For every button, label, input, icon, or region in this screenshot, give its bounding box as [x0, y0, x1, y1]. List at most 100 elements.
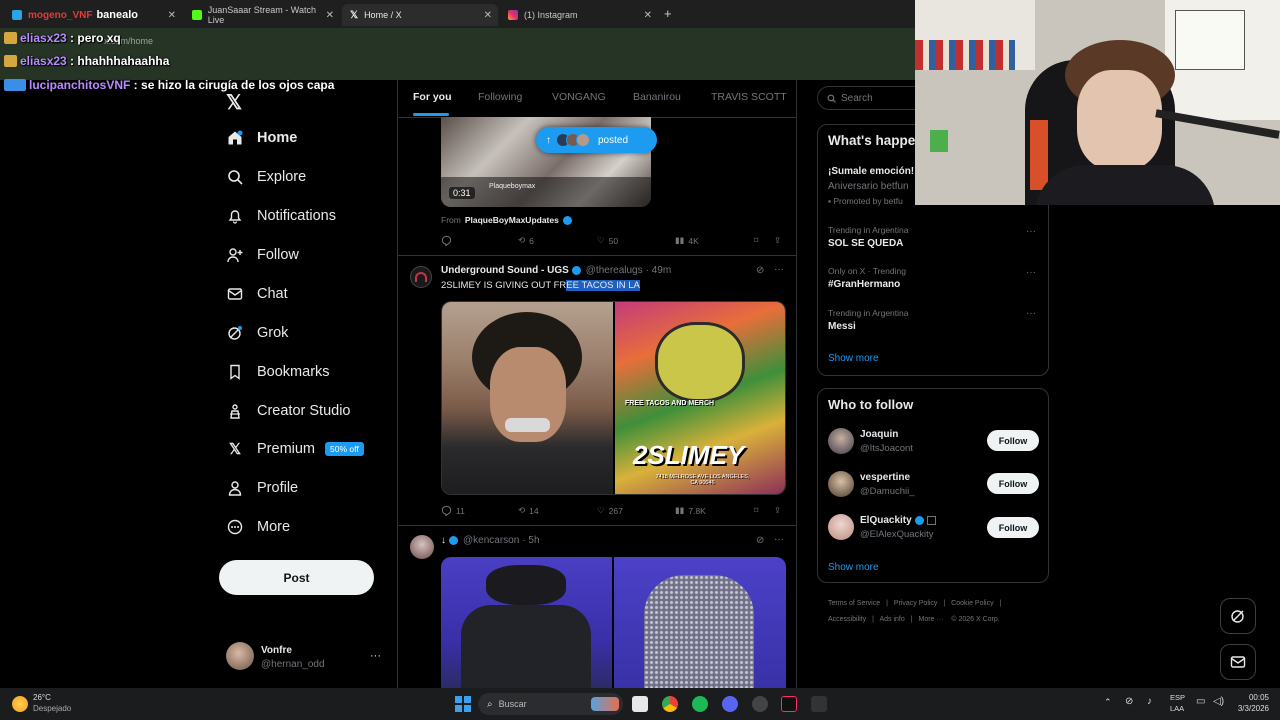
share-button[interactable]: ⇪ — [774, 505, 781, 516]
like-button[interactable]: ♡ 50 — [597, 235, 618, 246]
language-code[interactable]: ESP — [1170, 693, 1185, 702]
post-time[interactable]: · 5h — [522, 535, 539, 546]
account-avatar[interactable] — [226, 642, 254, 670]
source-user-link[interactable]: PlaqueBoyMaxUpdates — [465, 215, 559, 225]
nav-profile[interactable]: Profile — [227, 480, 298, 496]
trend-name[interactable]: SOL SE QUEDA — [828, 238, 903, 249]
nav-chat[interactable]: Chat — [227, 286, 288, 302]
grok-float-button[interactable] — [1220, 598, 1256, 634]
footer-link[interactable]: More ··· — [919, 616, 944, 623]
bookmark-button[interactable]: ⌑ — [754, 235, 758, 246]
account-name[interactable]: Vonfre — [261, 645, 292, 656]
tab-for-you[interactable]: For you — [413, 91, 452, 103]
clock-date[interactable]: 3/3/2026 — [1229, 704, 1269, 713]
grok-post-icon[interactable]: ⊘ — [756, 265, 764, 276]
photo-left[interactable] — [441, 557, 612, 688]
reply-button[interactable]: 11 — [441, 505, 465, 516]
volume-icon[interactable]: ◁) — [1213, 696, 1224, 707]
weather-temp[interactable]: 26°C — [33, 693, 51, 702]
discord-icon[interactable] — [722, 696, 738, 712]
new-tab-button[interactable]: + — [664, 6, 672, 21]
footer-link[interactable]: Ads info — [879, 616, 904, 623]
like-button[interactable]: ♡ 267 — [597, 505, 623, 516]
task-view-icon[interactable] — [632, 696, 648, 712]
messages-float-button[interactable] — [1220, 644, 1256, 680]
footer-link[interactable]: Cookie Policy — [951, 600, 993, 607]
steam-icon[interactable] — [752, 696, 768, 712]
follow-button[interactable]: Follow — [987, 517, 1039, 538]
follow-show-more[interactable]: Show more — [828, 562, 879, 573]
photo-person[interactable] — [442, 302, 613, 494]
post3-avatar[interactable] — [410, 535, 434, 559]
follow-avatar[interactable] — [828, 428, 854, 454]
x-logo-icon[interactable]: 𝕏 — [226, 90, 242, 115]
tiktok-icon[interactable] — [781, 696, 797, 712]
follow-name[interactable]: Joaquin — [860, 429, 898, 440]
follow-name-row[interactable]: ElQuackity — [860, 515, 936, 526]
start-button[interactable] — [455, 696, 471, 712]
nav-bookmarks[interactable]: Bookmarks — [227, 364, 330, 380]
footer-link[interactable]: Accessibility — [828, 616, 866, 623]
new-posts-pill[interactable]: ↑ posted — [536, 127, 657, 153]
close-tab-icon[interactable]: ✕ — [326, 10, 334, 21]
repost-button[interactable]: ⟲ 14 — [518, 505, 539, 516]
footer-link[interactable]: Terms of Service — [828, 600, 880, 607]
share-button[interactable]: ⇪ — [774, 235, 781, 246]
tab-vongang[interactable]: VONGANG — [552, 91, 606, 103]
follow-avatar[interactable] — [828, 471, 854, 497]
close-tab-icon[interactable]: ✕ — [168, 10, 176, 21]
follow-name[interactable]: ElQuackity — [860, 515, 912, 526]
tray-chevron-icon[interactable]: ⌃ — [1104, 697, 1112, 708]
views-button[interactable]: ▮▮ 4K — [675, 235, 699, 246]
footer-link[interactable]: Privacy Policy — [894, 600, 938, 607]
follow-avatar[interactable] — [828, 514, 854, 540]
trend-name[interactable]: Messi — [828, 321, 856, 332]
post-button[interactable]: Post — [219, 560, 374, 595]
author-handle[interactable]: @therealugs — [586, 265, 643, 276]
bookmark-button[interactable]: ⌑ — [754, 505, 758, 516]
tab-home-x[interactable]: 𝕏 Home / X ✕ — [342, 4, 498, 26]
close-tab-icon[interactable]: ✕ — [484, 10, 492, 21]
post-time[interactable]: · 49m — [646, 265, 672, 276]
nav-follow[interactable]: Follow — [227, 247, 299, 263]
nav-notifications[interactable]: Notifications — [227, 208, 336, 224]
weather-sun-icon[interactable] — [12, 696, 28, 712]
views-button[interactable]: ▮▮ 7.8K — [675, 505, 706, 516]
close-tab-icon[interactable]: ✕ — [644, 10, 652, 21]
tab-following[interactable]: Following — [478, 91, 522, 103]
follow-button[interactable]: Follow — [987, 473, 1039, 494]
trend-more-icon[interactable]: ··· — [1026, 308, 1036, 319]
obs-icon[interactable] — [811, 696, 827, 712]
repost-button[interactable]: ⟲ 6 — [518, 235, 534, 246]
promo-title[interactable]: ¡Sumale emoción! — [828, 166, 914, 177]
post-more-icon[interactable]: ··· — [774, 264, 784, 275]
trend-more-icon[interactable]: ··· — [1026, 226, 1036, 237]
post2-avatar[interactable] — [410, 266, 432, 288]
trend-name[interactable]: #GranHermano — [828, 279, 900, 290]
reply-button[interactable] — [441, 235, 456, 246]
author-name[interactable]: Underground Sound - UGS — [441, 265, 569, 276]
author-name[interactable]: ↓ — [441, 535, 446, 546]
chrome-icon[interactable] — [662, 696, 678, 712]
taskbar-search[interactable]: ⌕ Buscar — [478, 693, 623, 715]
nav-creator-studio[interactable]: Creator Studio — [227, 403, 351, 419]
photo-right[interactable] — [614, 557, 786, 688]
nav-home[interactable]: Home — [227, 130, 297, 146]
author-handle[interactable]: @kencarson — [463, 535, 519, 546]
display-icon[interactable]: ▭ — [1196, 696, 1205, 707]
tab-instagram[interactable]: (1) Instagram ✕ — [500, 4, 658, 26]
clock-time[interactable]: 00:05 — [1233, 693, 1269, 702]
trends-show-more[interactable]: Show more — [828, 353, 879, 364]
tab-bananirou[interactable]: Bananirou — [633, 91, 681, 103]
tab-travis-scott[interactable]: TRAVIS SCOTT — [711, 91, 787, 103]
follow-button[interactable]: Follow — [987, 430, 1039, 451]
trend-more-icon[interactable]: ··· — [1026, 267, 1036, 278]
mic-icon[interactable]: ♪ — [1147, 696, 1152, 707]
spotify-icon[interactable] — [692, 696, 708, 712]
photo-poster[interactable]: FREE TACOS AND MERCH 2SLIMEY 7418 MELROS… — [615, 302, 785, 494]
tab-juansaaar-stream[interactable]: JuanSaaar Stream - Watch Live ✕ — [184, 4, 340, 26]
network-off-icon[interactable]: ⊘ — [1125, 696, 1133, 707]
grok-post-icon[interactable]: ⊘ — [756, 535, 764, 546]
post-more-icon[interactable]: ··· — [774, 534, 784, 545]
tab-banealo[interactable]: mogeno_VNF banealo ✕ — [4, 4, 182, 26]
